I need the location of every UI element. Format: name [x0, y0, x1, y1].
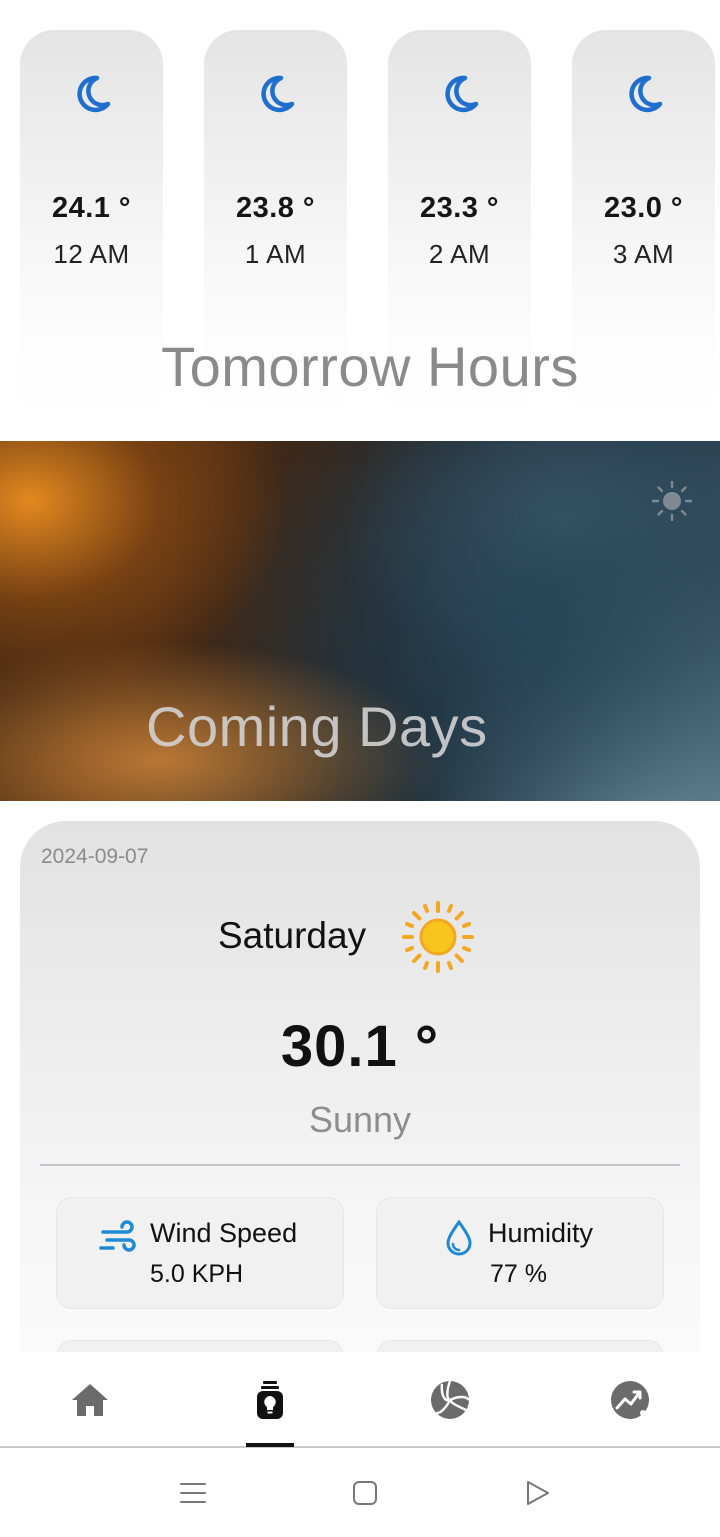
- volleyball-icon[interactable]: [428, 1378, 472, 1422]
- humidity-value: 77 %: [490, 1260, 547, 1288]
- sun-icon: [651, 480, 693, 522]
- wind-speed-stat: Wind Speed 5.0 KPH: [56, 1197, 344, 1309]
- section-title-tomorrow-hours: Tomorrow Hours: [161, 335, 579, 398]
- humidity-stat: Humidity 77 %: [376, 1197, 664, 1309]
- day-temperature: 30.1 °: [280, 1014, 440, 1079]
- hour-time: 2 AM: [428, 239, 491, 269]
- home-icon[interactable]: [68, 1378, 112, 1422]
- day-name: Saturday: [218, 915, 367, 956]
- moon-icon: [260, 75, 294, 113]
- day-date: 2024-09-07: [41, 845, 149, 868]
- divider: [40, 1164, 680, 1166]
- menu-icon[interactable]: [178, 1478, 208, 1508]
- hour-time: 12 AM: [53, 239, 130, 269]
- humidity-label: Humidity: [488, 1218, 594, 1248]
- hour-temp: 23.3 °: [419, 192, 500, 224]
- hourly-forecast[interactable]: 24.1 ° 12 AM 23.8 ° 1 AM 23.3 ° 2 AM 23.…: [0, 0, 720, 430]
- wind-icon: [99, 1220, 136, 1252]
- lantern-icon[interactable]: [248, 1378, 292, 1422]
- section-title-coming-days: Coming Days: [146, 695, 488, 758]
- hour-time: 3 AM: [612, 239, 675, 269]
- system-navigation-bar: [0, 1450, 720, 1537]
- day-condition: Sunny: [308, 1099, 412, 1140]
- hour-time: 1 AM: [244, 239, 307, 269]
- home-button-icon[interactable]: [350, 1478, 380, 1508]
- droplet-icon: [446, 1220, 472, 1256]
- day-forecast-card[interactable]: 2024-09-07 Saturday 30.1 ° Sunny Wind Sp…: [20, 821, 700, 1400]
- hour-temp: 23.8 °: [235, 192, 316, 224]
- back-triangle-icon[interactable]: [522, 1478, 552, 1508]
- wind-speed-value: 5.0 KPH: [150, 1260, 244, 1288]
- active-tab-indicator: [246, 1443, 294, 1447]
- moon-icon: [444, 75, 478, 113]
- trend-chart-icon[interactable]: [608, 1378, 652, 1422]
- moon-icon: [76, 75, 110, 113]
- moon-icon: [628, 75, 662, 113]
- hour-temp: 23.0 °: [603, 192, 684, 224]
- sun-icon: [402, 901, 474, 973]
- wind-speed-label: Wind Speed: [150, 1218, 298, 1248]
- hour-temp: 24.1 °: [51, 192, 132, 224]
- bottom-navigation: [0, 1352, 720, 1448]
